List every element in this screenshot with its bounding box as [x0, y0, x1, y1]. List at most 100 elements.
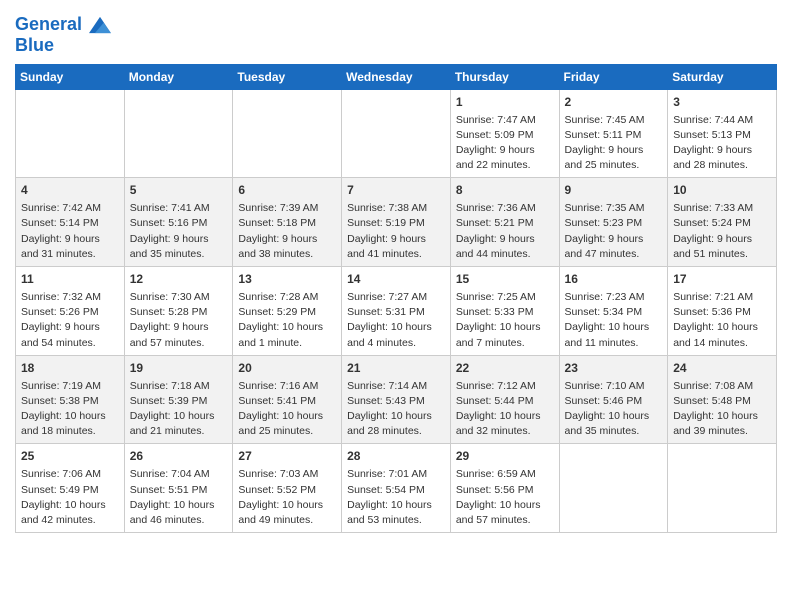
day-number: 25	[21, 448, 119, 465]
calendar-day-cell: 2 Sunrise: 7:45 AM Sunset: 5:11 PM Daylig…	[559, 89, 668, 178]
day-of-week-header: Friday	[559, 64, 668, 89]
day-number: 29	[456, 448, 554, 465]
day-info: Sunrise: 7:06 AM Sunset: 5:49 PM Dayligh…	[21, 467, 119, 528]
day-number: 27	[238, 448, 336, 465]
calendar-day-cell: 14 Sunrise: 7:27 AM Sunset: 5:31 PM Dayli…	[342, 267, 451, 356]
calendar-day-cell	[16, 89, 125, 178]
day-of-week-header: Tuesday	[233, 64, 342, 89]
day-number: 1	[456, 94, 554, 111]
day-info: Sunrise: 7:23 AM Sunset: 5:34 PM Dayligh…	[565, 290, 663, 351]
calendar-day-cell: 21Sunrise: 7:14 AM Sunset: 5:43 PM Dayli…	[342, 355, 451, 444]
day-info: Sunrise: 7:03 AM Sunset: 5:52 PM Dayligh…	[238, 467, 336, 528]
day-info: Sunrise: 7:39 AM Sunset: 5:18 PM Dayligh…	[238, 201, 336, 262]
day-number: 15	[456, 271, 554, 288]
day-info: Sunrise: 7:10 AM Sunset: 5:46 PM Dayligh…	[565, 379, 663, 440]
calendar-day-cell: 9 Sunrise: 7:35 AM Sunset: 5:23 PM Daylig…	[559, 178, 668, 267]
day-number: 26	[130, 448, 228, 465]
day-number: 19	[130, 360, 228, 377]
calendar-day-cell: 4 Sunrise: 7:42 AM Sunset: 5:14 PM Daylig…	[16, 178, 125, 267]
day-info: Sunrise: 7:35 AM Sunset: 5:23 PM Dayligh…	[565, 201, 663, 262]
day-info: Sunrise: 6:59 AM Sunset: 5:56 PM Dayligh…	[456, 467, 554, 528]
calendar-day-cell: 29 Sunrise: 6:59 AM Sunset: 5:56 PM Dayli…	[450, 444, 559, 533]
day-info: Sunrise: 7:21 AM Sunset: 5:36 PM Dayligh…	[673, 290, 771, 351]
day-info: Sunrise: 7:33 AM Sunset: 5:24 PM Dayligh…	[673, 201, 771, 262]
day-number: 16	[565, 271, 663, 288]
calendar-week-row: 1 Sunrise: 7:47 AM Sunset: 5:09 PM Daylig…	[16, 89, 777, 178]
day-number: 13	[238, 271, 336, 288]
day-number: 11	[21, 271, 119, 288]
calendar-table: SundayMondayTuesdayWednesdayThursdayFrid…	[15, 64, 777, 533]
calendar-day-cell: 3 Sunrise: 7:44 AM Sunset: 5:13 PM Daylig…	[668, 89, 777, 178]
day-info: Sunrise: 7:18 AM Sunset: 5:39 PM Dayligh…	[130, 379, 228, 440]
day-number: 5	[130, 182, 228, 199]
day-number: 2	[565, 94, 663, 111]
calendar-header-row: SundayMondayTuesdayWednesdayThursdayFrid…	[16, 64, 777, 89]
day-number: 12	[130, 271, 228, 288]
day-info: Sunrise: 7:12 AM Sunset: 5:44 PM Dayligh…	[456, 379, 554, 440]
calendar-day-cell: 18Sunrise: 7:19 AM Sunset: 5:38 PM Dayli…	[16, 355, 125, 444]
calendar-day-cell: 6 Sunrise: 7:39 AM Sunset: 5:18 PM Daylig…	[233, 178, 342, 267]
day-of-week-header: Sunday	[16, 64, 125, 89]
day-number: 22	[456, 360, 554, 377]
calendar-day-cell: 27 Sunrise: 7:03 AM Sunset: 5:52 PM Dayli…	[233, 444, 342, 533]
calendar-day-cell	[124, 89, 233, 178]
day-info: Sunrise: 7:28 AM Sunset: 5:29 PM Dayligh…	[238, 290, 336, 351]
day-of-week-header: Saturday	[668, 64, 777, 89]
calendar-day-cell: 24Sunrise: 7:08 AM Sunset: 5:48 PM Dayli…	[668, 355, 777, 444]
day-number: 23	[565, 360, 663, 377]
day-of-week-header: Wednesday	[342, 64, 451, 89]
day-info: Sunrise: 7:47 AM Sunset: 5:09 PM Dayligh…	[456, 113, 554, 174]
day-number: 4	[21, 182, 119, 199]
calendar-day-cell: 25 Sunrise: 7:06 AM Sunset: 5:49 PM Dayli…	[16, 444, 125, 533]
calendar-day-cell: 19 Sunrise: 7:18 AM Sunset: 5:39 PM Dayli…	[124, 355, 233, 444]
day-info: Sunrise: 7:36 AM Sunset: 5:21 PM Dayligh…	[456, 201, 554, 262]
day-number: 21	[347, 360, 445, 377]
calendar-day-cell: 7Sunrise: 7:38 AM Sunset: 5:19 PM Daylig…	[342, 178, 451, 267]
day-number: 17	[673, 271, 771, 288]
calendar-day-cell: 17 Sunrise: 7:21 AM Sunset: 5:36 PM Dayli…	[668, 267, 777, 356]
day-of-week-header: Monday	[124, 64, 233, 89]
day-number: 8	[456, 182, 554, 199]
day-info: Sunrise: 7:32 AM Sunset: 5:26 PM Dayligh…	[21, 290, 119, 351]
day-number: 24	[673, 360, 771, 377]
day-number: 18	[21, 360, 119, 377]
day-info: Sunrise: 7:25 AM Sunset: 5:33 PM Dayligh…	[456, 290, 554, 351]
day-info: Sunrise: 7:16 AM Sunset: 5:41 PM Dayligh…	[238, 379, 336, 440]
calendar-day-cell: 1 Sunrise: 7:47 AM Sunset: 5:09 PM Daylig…	[450, 89, 559, 178]
day-info: Sunrise: 7:42 AM Sunset: 5:14 PM Dayligh…	[21, 201, 119, 262]
calendar-day-cell: 11 Sunrise: 7:32 AM Sunset: 5:26 PM Dayli…	[16, 267, 125, 356]
day-number: 20	[238, 360, 336, 377]
calendar-day-cell	[668, 444, 777, 533]
calendar-day-cell: 16 Sunrise: 7:23 AM Sunset: 5:34 PM Dayli…	[559, 267, 668, 356]
calendar-day-cell: 28 Sunrise: 7:01 AM Sunset: 5:54 PM Dayli…	[342, 444, 451, 533]
day-info: Sunrise: 7:01 AM Sunset: 5:54 PM Dayligh…	[347, 467, 445, 528]
day-number: 10	[673, 182, 771, 199]
logo-text2: Blue	[15, 36, 111, 56]
calendar-week-row: 18Sunrise: 7:19 AM Sunset: 5:38 PM Dayli…	[16, 355, 777, 444]
calendar-day-cell: 13 Sunrise: 7:28 AM Sunset: 5:29 PM Dayli…	[233, 267, 342, 356]
day-number: 3	[673, 94, 771, 111]
day-info: Sunrise: 7:44 AM Sunset: 5:13 PM Dayligh…	[673, 113, 771, 174]
day-info: Sunrise: 7:41 AM Sunset: 5:16 PM Dayligh…	[130, 201, 228, 262]
calendar-day-cell: 5 Sunrise: 7:41 AM Sunset: 5:16 PM Daylig…	[124, 178, 233, 267]
day-info: Sunrise: 7:30 AM Sunset: 5:28 PM Dayligh…	[130, 290, 228, 351]
day-info: Sunrise: 7:04 AM Sunset: 5:51 PM Dayligh…	[130, 467, 228, 528]
day-number: 6	[238, 182, 336, 199]
day-info: Sunrise: 7:27 AM Sunset: 5:31 PM Dayligh…	[347, 290, 445, 351]
day-number: 9	[565, 182, 663, 199]
logo-text: General	[15, 14, 111, 36]
day-of-week-header: Thursday	[450, 64, 559, 89]
calendar-day-cell: 15 Sunrise: 7:25 AM Sunset: 5:33 PM Dayli…	[450, 267, 559, 356]
calendar-week-row: 11 Sunrise: 7:32 AM Sunset: 5:26 PM Dayli…	[16, 267, 777, 356]
page-header: General Blue	[15, 10, 777, 56]
day-info: Sunrise: 7:45 AM Sunset: 5:11 PM Dayligh…	[565, 113, 663, 174]
calendar-day-cell: 20 Sunrise: 7:16 AM Sunset: 5:41 PM Dayli…	[233, 355, 342, 444]
calendar-day-cell: 12 Sunrise: 7:30 AM Sunset: 5:28 PM Dayli…	[124, 267, 233, 356]
logo: General Blue	[15, 14, 111, 56]
day-number: 14	[347, 271, 445, 288]
calendar-day-cell: 23 Sunrise: 7:10 AM Sunset: 5:46 PM Dayli…	[559, 355, 668, 444]
calendar-day-cell: 26 Sunrise: 7:04 AM Sunset: 5:51 PM Dayli…	[124, 444, 233, 533]
day-number: 7	[347, 182, 445, 199]
day-number: 28	[347, 448, 445, 465]
calendar-day-cell	[559, 444, 668, 533]
